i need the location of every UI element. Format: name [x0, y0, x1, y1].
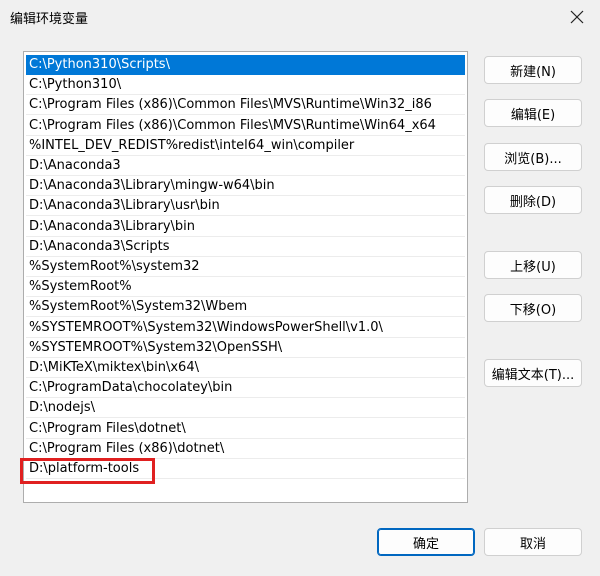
- delete-button[interactable]: 删除(D): [484, 186, 582, 214]
- edit-button[interactable]: 编辑(E): [484, 99, 582, 127]
- path-list-item[interactable]: C:\Program Files\dotnet\: [26, 419, 465, 439]
- path-list-item[interactable]: %SystemRoot%: [26, 277, 465, 298]
- edit-env-variable-dialog: 编辑环境变量 C:\Python310\Scripts\ C:\Python310…: [0, 0, 600, 576]
- new-button[interactable]: 新建(N): [484, 56, 582, 84]
- move-up-button[interactable]: 上移(U): [484, 251, 582, 279]
- cancel-button[interactable]: 取消: [484, 528, 582, 556]
- path-list-item[interactable]: C:\Program Files (x86)\dotnet\: [26, 439, 465, 459]
- path-list-item[interactable]: %SystemRoot%\System32\Wbem: [26, 297, 465, 318]
- path-list-item[interactable]: D:\Anaconda3: [26, 156, 465, 176]
- dialog-title: 编辑环境变量: [10, 12, 89, 27]
- path-list-item[interactable]: %SYSTEMROOT%\System32\WindowsPowerShell\…: [26, 318, 465, 338]
- path-list-item[interactable]: %SystemRoot%\system32: [26, 257, 465, 277]
- path-list-item[interactable]: %SYSTEMROOT%\System32\OpenSSH\: [26, 338, 465, 358]
- path-list-item[interactable]: D:\Anaconda3\Scripts: [26, 237, 465, 257]
- path-list-item[interactable]: D:\nodejs\: [26, 398, 465, 419]
- path-list-item[interactable]: C:\Program Files (x86)\Common Files\MVS\…: [26, 95, 465, 116]
- path-list-item[interactable]: D:\MiKTeX\miktex\bin\x64\: [26, 358, 465, 378]
- close-button[interactable]: [564, 4, 590, 30]
- browse-button[interactable]: 浏览(B)...: [484, 143, 582, 171]
- path-list-item[interactable]: C:\Python310\Scripts\: [26, 55, 465, 75]
- edit-text-button[interactable]: 编辑文本(T)...: [484, 359, 582, 387]
- path-list-item[interactable]: C:\Program Files (x86)\Common Files\MVS\…: [26, 116, 465, 136]
- path-list-item[interactable]: D:\Anaconda3\Library\usr\bin: [26, 196, 465, 217]
- path-list-item[interactable]: %INTEL_DEV_REDIST%redist\intel64_win\com…: [26, 136, 465, 156]
- path-list[interactable]: C:\Python310\Scripts\ C:\Python310\ C:\Pro…: [23, 51, 468, 503]
- path-list-item[interactable]: D:\Anaconda3\Library\mingw-w64\bin: [26, 176, 465, 197]
- path-list-item[interactable]: C:\Python310\: [26, 75, 465, 96]
- path-list-item[interactable]: D:\platform-tools: [26, 459, 465, 479]
- title-bar: 编辑环境变量: [0, 0, 600, 34]
- ok-button[interactable]: 确定: [377, 528, 475, 556]
- close-icon: [570, 10, 584, 24]
- path-list-item[interactable]: D:\Anaconda3\Library\bin: [26, 217, 465, 237]
- path-list-item[interactable]: C:\ProgramData\chocolatey\bin: [26, 378, 465, 399]
- move-down-button[interactable]: 下移(O): [484, 294, 582, 322]
